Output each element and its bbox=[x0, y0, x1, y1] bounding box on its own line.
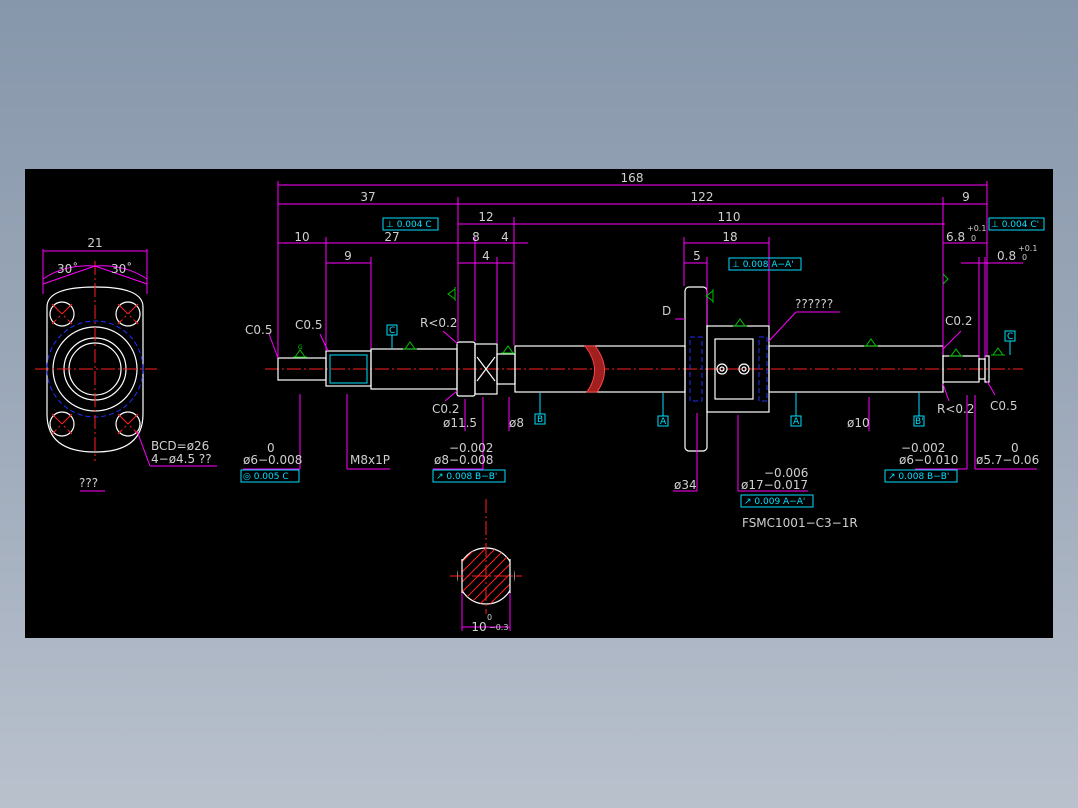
gdt-runout-bb-left: ↗ 0.008 B−B' bbox=[436, 472, 497, 482]
chamfer-c05-right: C0.5 bbox=[990, 399, 1017, 413]
gdt-runout-bb-right: ↗ 0.008 B−B' bbox=[888, 472, 949, 482]
flange-caption: ??? bbox=[79, 476, 98, 490]
dim-12: 12 bbox=[478, 210, 493, 224]
gdt-runout-aa: ↗ 0.009 A−A' bbox=[744, 497, 805, 507]
diameter-8-main: ø8−0.008 bbox=[434, 453, 493, 467]
surface-roughness-symbols bbox=[293, 273, 1005, 358]
nut-callout: ?????? bbox=[795, 297, 833, 311]
dim-21: 21 bbox=[87, 236, 102, 250]
diameter-11-5: ø11.5 bbox=[443, 416, 477, 430]
dim-6-8-tol-up: +0.1 bbox=[967, 224, 986, 233]
gdt-perp-c-top: ⊥ 0.004 C bbox=[386, 220, 432, 230]
datum-c-right: C bbox=[1007, 332, 1013, 342]
dim-10: 10 bbox=[294, 230, 309, 244]
thread-m8: M8x1P bbox=[350, 453, 390, 467]
angle-left-30: 30˚ bbox=[57, 261, 78, 276]
cad-drawing-viewport[interactable]: 21 30˚ 30˚ BCD=ø26 4−ø4.5 ?? ??? 168 37 … bbox=[25, 169, 1053, 638]
section-tol-lo: −0.3 bbox=[489, 623, 508, 632]
technical-drawing: 21 30˚ 30˚ BCD=ø26 4−ø4.5 ?? ??? 168 37 … bbox=[35, 171, 1045, 634]
section-tol-up: 0 bbox=[487, 613, 492, 622]
datum-c-left: C bbox=[389, 326, 395, 336]
datum-b-right: B' bbox=[915, 417, 924, 427]
gdt-perp-c-right: ⊥ 0.004 C' bbox=[991, 220, 1039, 230]
gdt-perp-aa: ⊥ 0.008 A−A' bbox=[732, 260, 794, 270]
dim-4-a: 4 bbox=[501, 230, 509, 244]
radius-r02-right: R<0.2 bbox=[937, 402, 974, 416]
dim-6-8: 6.8 bbox=[946, 230, 965, 244]
datum-a-left: A bbox=[660, 417, 667, 427]
dim-9: 9 bbox=[962, 190, 970, 204]
dim-0-8: 0.8 bbox=[997, 249, 1016, 263]
mounting-holes-label: 4−ø4.5 ?? bbox=[151, 452, 212, 466]
section-width: 10 bbox=[471, 620, 486, 634]
chamfer-c02-bottom: C0.2 bbox=[432, 402, 459, 416]
dim-168: 168 bbox=[621, 171, 644, 185]
diameter-6-right: ø6−0.010 bbox=[899, 453, 958, 467]
dim-0-8-tol-up: +0.1 bbox=[1018, 244, 1037, 253]
angle-right-30: 30˚ bbox=[111, 261, 132, 276]
chamfer-c02-right: C0.2 bbox=[945, 314, 972, 328]
diameter-34: ø34 bbox=[674, 478, 697, 492]
shaft-side-view bbox=[265, 286, 1023, 452]
part-number: FSMC1001−C3−1R bbox=[742, 516, 858, 530]
roughness-label: G bbox=[298, 344, 303, 351]
dim-8: 8 bbox=[472, 230, 480, 244]
dim-9-thread: 9 bbox=[344, 249, 352, 263]
datum-a-right: A bbox=[793, 417, 800, 427]
dim-110: 110 bbox=[718, 210, 741, 224]
diameter-8: ø8 bbox=[509, 416, 524, 430]
diameter-6-left: ø6−0.008 bbox=[243, 453, 302, 467]
dim-4-b: 4 bbox=[482, 249, 490, 263]
dim-27: 27 bbox=[384, 230, 399, 244]
diameter-5-7: ø5.7−0.06 bbox=[976, 453, 1039, 467]
dim-0-8-tol-lo: 0 bbox=[1022, 253, 1027, 262]
dim-37: 37 bbox=[360, 190, 375, 204]
gdt-concentric-c: ◎ 0.005 C bbox=[243, 472, 289, 482]
bcd-label: BCD=ø26 bbox=[151, 439, 209, 453]
radius-r02-top: R<0.2 bbox=[420, 316, 457, 330]
datum-b-left: B bbox=[537, 415, 543, 425]
dim-18: 18 bbox=[722, 230, 737, 244]
dim-5: 5 bbox=[693, 249, 701, 263]
chamfer-c05-left: C0.5 bbox=[245, 323, 272, 337]
diameter-10: ø10 bbox=[847, 416, 870, 430]
diameter-17-main: ø17−0.017 bbox=[741, 478, 808, 492]
dim-6-8-tol-lo: 0 bbox=[971, 234, 976, 243]
section-view bbox=[450, 499, 522, 631]
dim-122: 122 bbox=[691, 190, 714, 204]
chamfer-c05-thread: C0.5 bbox=[295, 318, 322, 332]
label-d: D bbox=[662, 304, 671, 318]
